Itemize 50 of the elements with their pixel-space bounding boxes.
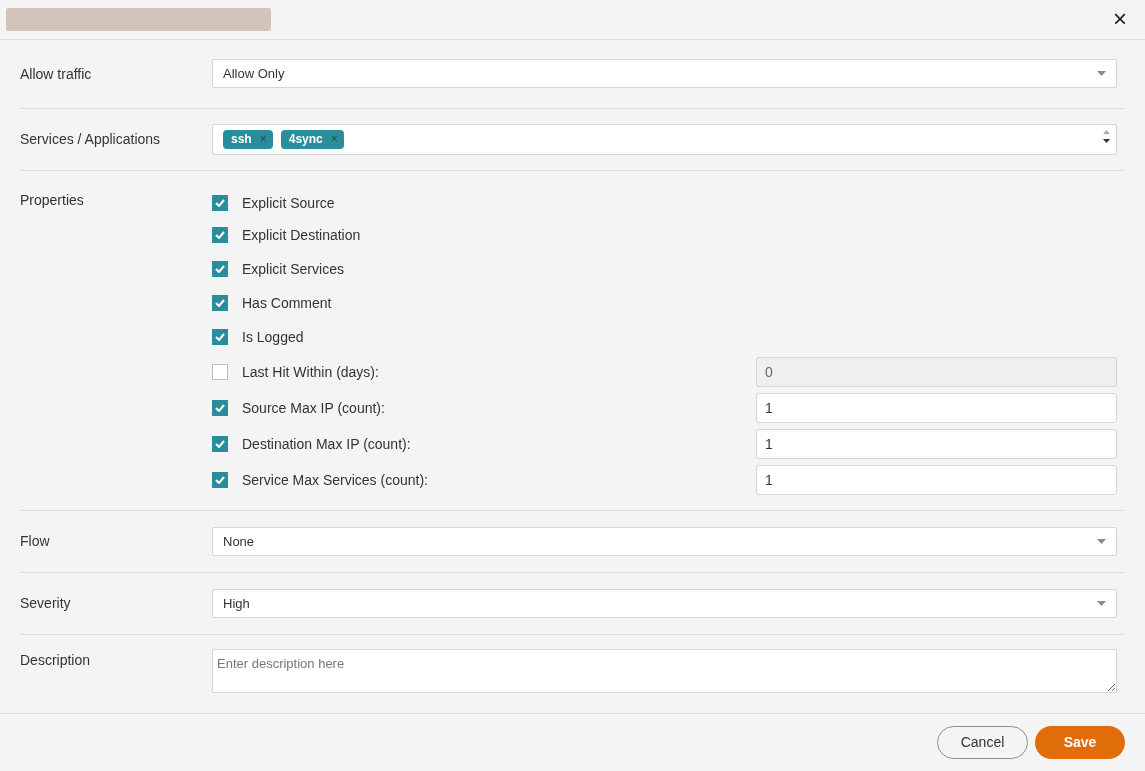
tag-label: ssh [231,131,252,146]
scroll-down-icon[interactable] [1103,138,1110,143]
field-label: Severity [20,595,72,612]
dropdown-value: High [223,595,250,611]
checkbox-label: Explicit Destination [242,226,362,243]
field-label: Description [20,650,92,670]
tag-input-field[interactable]: ssh × 4sync × [212,123,1117,155]
check-icon [215,332,225,341]
check-icon [215,403,225,412]
checkbox[interactable] [212,226,228,243]
number-input-field[interactable]: 1 [756,428,1117,459]
check-icon [215,298,225,307]
field-label: Services / Applications [20,131,162,148]
checkbox[interactable] [212,194,228,211]
checkbox-label: Destination Max IP (count): [242,435,412,452]
check-icon [215,475,225,484]
field-label: Flow [20,533,51,550]
dropdown-value: Allow Only [223,66,285,82]
checkbox-label: Is Logged [242,328,305,345]
checkbox-label: Source Max IP (count): [242,399,386,416]
checkbox-label: Service Max Services (count): [242,471,429,488]
dropdown-value: None [223,533,255,549]
checkbox[interactable] [212,294,228,311]
close-button[interactable]: × [1113,7,1127,32]
dropdown[interactable]: None [212,526,1117,556]
check-icon [215,198,225,207]
checkbox-label: Last Hit Within (days): [242,363,380,380]
caret-icon [1097,538,1106,544]
check-icon [215,264,225,273]
checkbox[interactable] [212,471,228,488]
checkbox-label: Explicit Services [242,260,345,277]
field-label: Properties [20,190,85,210]
dropdown[interactable]: High [212,588,1117,618]
field-label: Allow traffic [20,65,93,82]
checkbox-label: Explicit Source [242,194,336,211]
checkbox[interactable] [212,328,228,345]
checkbox[interactable] [212,260,228,277]
tag-label: 4sync [288,131,323,146]
description-field[interactable]: Enter description here [212,648,1117,693]
caret-icon [1097,71,1106,77]
check-icon [215,230,225,239]
checkbox[interactable] [212,435,228,452]
checkbox[interactable] [212,399,228,416]
number-input-field[interactable]: 1 [756,392,1117,423]
checkbox-label: Has Comment [242,294,333,311]
check-icon [215,439,225,448]
cancel-button[interactable]: Cancel [937,725,1028,759]
number-input-field[interactable]: 1 [756,464,1117,495]
dropdown[interactable]: Allow Only [212,59,1117,89]
caret-icon [1097,600,1106,606]
